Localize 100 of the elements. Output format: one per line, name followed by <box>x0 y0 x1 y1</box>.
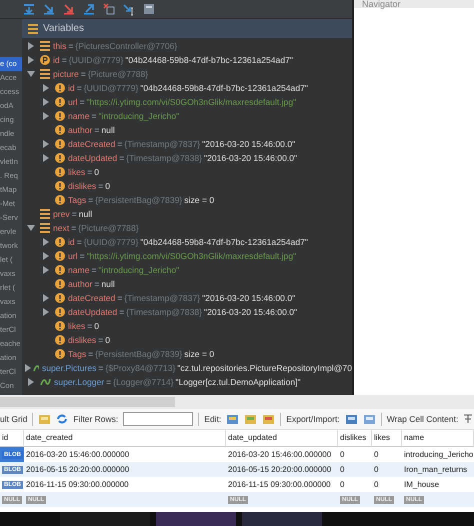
variable-value: null <box>101 279 115 289</box>
equals-sign: = <box>76 83 82 93</box>
variable-name: dateUpdated <box>68 153 118 163</box>
calculator-icon[interactable] <box>142 2 156 16</box>
equals-sign: = <box>92 111 97 121</box>
warning-icon <box>55 97 65 107</box>
variable-name: dateCreated <box>68 139 116 149</box>
panel-title: Variables <box>43 23 84 34</box>
filter-field[interactable] <box>123 412 194 426</box>
warning-icon <box>55 293 65 303</box>
variable-value: "04b24468-59b8-47df-b7bc-12361a254ad7" <box>125 55 293 65</box>
delete-row-icon[interactable] <box>262 413 276 425</box>
expand-arrow-icon[interactable] <box>28 42 34 50</box>
variable-value: "2016-03-20 15:46:00.0" <box>204 307 298 317</box>
expand-arrow-icon[interactable] <box>42 98 48 106</box>
warning-icon <box>55 111 65 121</box>
expand-arrow-icon[interactable] <box>42 294 48 302</box>
variable-name: url <box>68 97 78 107</box>
window-thumbnail[interactable] <box>60 512 150 526</box>
expand-arrow-icon[interactable] <box>42 308 48 316</box>
expand-arrow-icon[interactable] <box>42 84 48 92</box>
variable-value: null <box>78 209 92 219</box>
step-over-icon[interactable] <box>22 2 36 16</box>
expand-arrow-icon[interactable] <box>28 56 34 64</box>
variable-name: id <box>68 237 75 247</box>
variable-value: "https://i.ytimg.com/vi/S0GOh3nGlik/maxresdefault.jpg" <box>86 251 296 261</box>
table-cell: 0 <box>374 465 378 474</box>
expand-arrow-icon[interactable] <box>42 154 48 162</box>
variable-value: 0 <box>94 167 100 177</box>
variable-name: super.Pictures <box>42 363 96 373</box>
expand-arrow-icon[interactable] <box>42 140 48 148</box>
collapse-arrow-icon[interactable] <box>26 225 34 231</box>
equals-sign: = <box>94 125 100 135</box>
variable-name: author <box>68 279 92 289</box>
warning-icon <box>55 83 65 93</box>
equals-sign: = <box>106 377 112 387</box>
variable-name: name <box>68 111 90 121</box>
variable-name: name <box>68 265 90 275</box>
equals-sign: = <box>92 265 97 275</box>
refresh-icon[interactable] <box>56 413 68 425</box>
table-cell: Iron_man_returns <box>404 465 468 474</box>
variable-value: 0 <box>105 335 110 345</box>
variable-name: Tags <box>68 195 86 205</box>
table-cell: 0 <box>374 480 378 489</box>
expand-arrow-icon[interactable] <box>42 266 48 274</box>
step-into-icon[interactable] <box>42 2 56 16</box>
equals-sign: = <box>119 307 124 317</box>
primitive-icon <box>40 55 50 65</box>
expand-arrow-icon[interactable] <box>25 364 31 372</box>
expand-arrow-icon[interactable] <box>42 112 48 120</box>
edit-icon[interactable] <box>226 413 240 425</box>
field-icon <box>40 223 50 233</box>
inherited-field-icon <box>33 363 39 373</box>
edit-label: Edit: <box>204 414 222 424</box>
warning-icon <box>55 307 65 317</box>
step-out-icon[interactable] <box>82 2 96 16</box>
equals-sign: = <box>88 349 94 359</box>
table-cell: 2016-11-15 09:30:00.000000 <box>228 480 331 489</box>
expand-arrow-icon[interactable] <box>42 252 48 260</box>
warning-icon <box>55 335 65 345</box>
drop-frame-icon[interactable] <box>102 2 116 16</box>
warning-icon <box>55 181 65 191</box>
equals-sign: = <box>71 223 76 233</box>
equals-sign: = <box>88 195 94 205</box>
table-cell: 2016-03-20 15:46:00.000000 <box>228 450 332 459</box>
field-icon <box>28 24 38 34</box>
variable-value: size = 0 <box>184 349 214 359</box>
table-cell: 0 <box>340 450 344 459</box>
expand-arrow-icon[interactable] <box>42 238 48 246</box>
warning-icon <box>55 167 65 177</box>
warning-icon <box>55 237 65 247</box>
save-icon[interactable] <box>344 413 358 425</box>
field-icon <box>40 69 50 79</box>
variable-value: "introducing_Jericho" <box>98 265 180 275</box>
equals-sign: = <box>117 293 122 303</box>
variable-type: {Logger@7714} <box>113 377 174 387</box>
variable-name: likes <box>68 167 86 177</box>
warning-icon <box>55 321 65 331</box>
variable-type: {Timestamp@7838} <box>126 153 202 163</box>
variable-name: id <box>68 83 75 93</box>
wrap-icon[interactable] <box>463 414 474 424</box>
variable-name: dateCreated <box>68 293 116 303</box>
window-thumbnail[interactable] <box>156 512 236 526</box>
variable-name: dateUpdated <box>68 307 118 317</box>
variable-value: "cz.tul.repositories.PictureRepositoryImpl@70 <box>177 363 352 373</box>
equals-sign: = <box>87 321 92 331</box>
variable-value: "2016-03-20 15:46:00.0" <box>202 139 296 149</box>
window-thumbnail[interactable] <box>242 512 322 526</box>
run-to-cursor-icon[interactable] <box>122 2 136 16</box>
table-cell: 0 <box>374 450 378 459</box>
table-cell: introducing_Jericho <box>404 450 474 459</box>
expand-arrow-icon[interactable] <box>28 378 34 386</box>
variable-type: {Timestamp@7837} <box>124 293 200 303</box>
collapse-arrow-icon[interactable] <box>26 71 34 77</box>
step-into-icon[interactable] <box>62 2 76 16</box>
variable-name: likes <box>68 321 86 331</box>
variable-name: id <box>53 55 60 65</box>
field-icon <box>40 41 50 51</box>
variable-type: {PersistentBag@7839} <box>95 349 182 359</box>
variable-value: "2016-03-20 15:46:00.0" <box>202 293 296 303</box>
